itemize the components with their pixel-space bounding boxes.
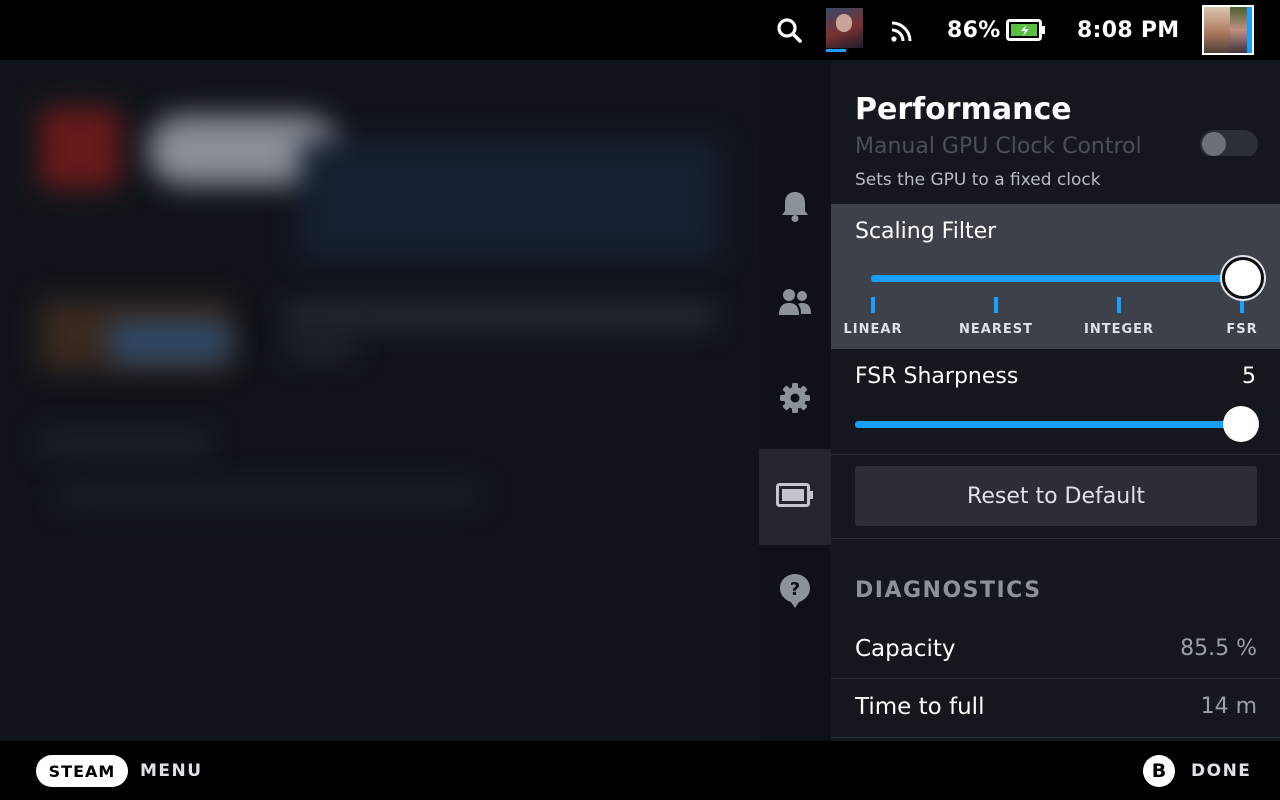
steam-button[interactable]: STEAM — [36, 755, 128, 787]
battery-icon — [776, 483, 814, 511]
b-button-glyph[interactable]: B — [1143, 755, 1175, 787]
scaling-option-fsr[interactable]: FSR — [1192, 322, 1280, 337]
fsr-sharpness-track[interactable] — [855, 421, 1241, 428]
fsr-sharpness-label: FSR Sharpness — [855, 364, 1019, 389]
scaling-tick-nearest — [994, 297, 998, 313]
divider — [831, 538, 1280, 539]
scaling-option-integer[interactable]: INTEGER — [1069, 322, 1169, 337]
scaling-option-linear[interactable]: LINEAR — [831, 322, 923, 337]
divider — [831, 737, 1280, 738]
done-label: DONE — [1191, 761, 1252, 781]
manual-gpu-clock-label: Manual GPU Clock Control — [855, 134, 1142, 156]
scaling-tick-fsr — [1240, 297, 1244, 313]
manual-gpu-clock-toggle[interactable] — [1200, 130, 1258, 156]
game-thumbnail-face — [836, 14, 852, 32]
wifi-icon — [890, 0, 916, 60]
battery-percent: 86% — [947, 17, 1001, 43]
scaling-filter-track — [871, 275, 1241, 282]
time-to-full-label: Time to full — [855, 694, 985, 720]
menu-label: MENU — [140, 761, 203, 781]
quick-access-rail: ? — [759, 60, 831, 741]
scaling-filter-label: Scaling Filter — [855, 219, 997, 244]
divider — [831, 454, 1280, 455]
rail-item-help[interactable]: ? — [759, 545, 831, 641]
svg-text:?: ? — [790, 579, 800, 600]
fsr-sharpness-value: 5 — [1242, 364, 1256, 389]
status-bar: 86% 8:08 PM — [0, 0, 1280, 60]
scaling-option-nearest[interactable]: NEAREST — [946, 322, 1046, 337]
battery-charging-icon — [1006, 0, 1046, 60]
bell-icon — [779, 189, 811, 227]
gear-icon — [779, 382, 811, 418]
panel-title: Performance — [855, 92, 1082, 127]
help-icon: ? — [779, 573, 811, 613]
divider — [831, 678, 1280, 679]
diagnostics-row-time-to-full: Time to full 14 m — [855, 694, 1257, 724]
fsr-sharpness-knob[interactable] — [1223, 406, 1259, 442]
reset-to-default-button[interactable]: Reset to Default — [855, 466, 1257, 526]
game-thumbnail[interactable] — [826, 0, 863, 60]
search-icon[interactable] — [776, 0, 802, 60]
rail-item-performance[interactable] — [759, 449, 831, 545]
rail-item-settings[interactable] — [759, 352, 831, 448]
time-to-full-value: 14 m — [1200, 694, 1257, 719]
clock: 8:08 PM — [1077, 17, 1180, 43]
manual-gpu-clock-description: Sets the GPU to a fixed clock — [855, 170, 1101, 190]
diagnostics-heading: DIAGNOSTICS — [855, 578, 1042, 603]
user-avatar[interactable] — [1202, 0, 1254, 60]
toggle-knob — [1202, 132, 1226, 156]
capacity-value: 85.5 % — [1180, 636, 1257, 661]
bottom-bar: STEAM MENU B DONE — [0, 741, 1280, 800]
rail-item-notifications[interactable] — [759, 160, 831, 256]
game-running-indicator — [826, 49, 846, 52]
rail-item-friends[interactable] — [759, 256, 831, 352]
manual-gpu-clock-row[interactable]: Manual GPU Clock Control — [855, 126, 1265, 156]
capacity-label: Capacity — [855, 636, 956, 662]
scaling-tick-integer — [1117, 297, 1121, 313]
scaling-filter-row[interactable]: Scaling Filter LINEAR NEAREST INTEGER FS… — [831, 204, 1280, 349]
blurred-library-background — [0, 60, 760, 741]
scaling-tick-linear — [871, 297, 875, 313]
performance-panel: Manual GPU Clock Control Performance Set… — [831, 60, 1280, 741]
friends-icon — [778, 287, 812, 321]
diagnostics-row-capacity: Capacity 85.5 % — [855, 636, 1257, 666]
scaling-filter-knob[interactable] — [1222, 257, 1264, 299]
